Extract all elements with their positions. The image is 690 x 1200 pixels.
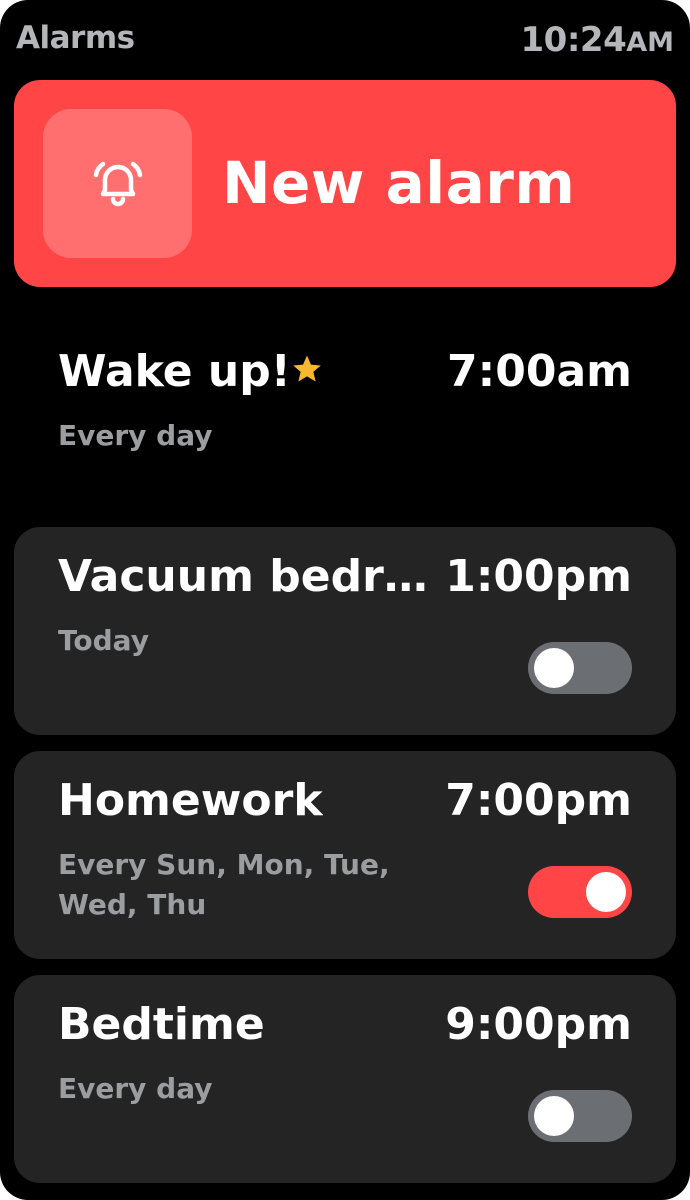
alarm-repeat: Every day [58,419,213,452]
star-icon [293,355,321,382]
alarm-item-vacuum[interactable]: Vacuum bedro... 1:00pm Today [14,527,676,735]
toggle-knob [534,1096,574,1136]
alarm-time: 9:00pm [445,999,632,1050]
alarm-name: Bedtime [58,999,265,1050]
clock-ampm: AM [626,27,674,58]
alarm-time: 7:00pm [445,775,632,826]
toggle-knob [534,648,574,688]
new-alarm-label: New alarm [222,149,576,217]
alarm-repeat: Today [58,624,149,657]
app-title: Alarms [16,20,135,56]
alarm-time: 7:00am [447,346,632,397]
alarm-name: Vacuum bedro... [58,551,438,602]
alarm-toggle[interactable] [528,642,632,694]
alarm-repeat: Every day [58,1072,213,1105]
status-clock: 10:24AM [521,20,675,60]
toggle-knob [586,872,626,912]
alarm-item-bedtime[interactable]: Bedtime 9:00pm Every day [14,975,676,1183]
new-alarm-button[interactable]: New alarm [14,80,676,287]
alarms-screen: Alarms 10:24AM New alarm Wake up! 7:00am… [0,0,690,1200]
alarm-time: 1:00pm [445,551,632,602]
alarm-name: Homework [58,775,323,826]
bell-ringing-icon [93,161,142,206]
alarm-item-homework[interactable]: Homework 7:00pm Every Sun, Mon, Tue, Wed… [14,751,676,959]
bell-tile [43,109,192,258]
clock-time: 10:24 [520,20,627,60]
alarm-name: Wake up! [58,346,291,397]
alarm-toggle[interactable] [528,1090,632,1142]
alarm-item-wake-up[interactable]: Wake up! 7:00am Every day [14,322,676,502]
status-bar: Alarms 10:24AM [0,0,690,80]
alarm-repeat: Every Sun, Mon, Tue, Wed, Thu [58,848,390,921]
alarm-toggle[interactable] [528,866,632,918]
